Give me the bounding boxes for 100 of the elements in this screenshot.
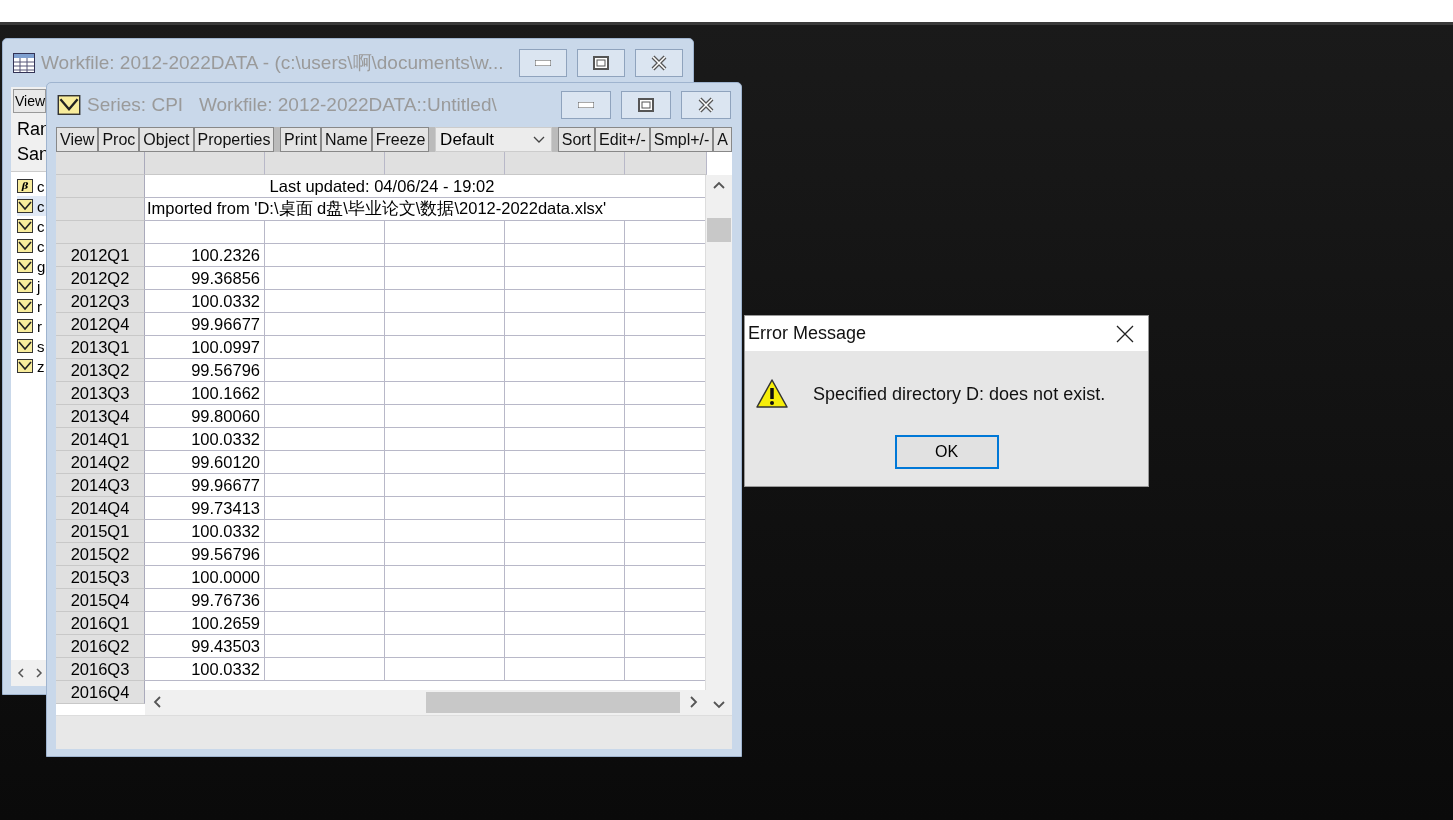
coefficient-icon: β bbox=[17, 179, 33, 193]
toolbar-button[interactable]: Properties bbox=[193, 127, 275, 152]
series-icon bbox=[17, 359, 33, 373]
row-header[interactable]: 2014Q1 bbox=[56, 428, 145, 451]
scroll-right-icon[interactable] bbox=[690, 696, 698, 708]
toolbar-button[interactable]: Object bbox=[139, 127, 194, 152]
row-header[interactable]: 2013Q1 bbox=[56, 336, 145, 359]
row-header[interactable]: 2016Q1 bbox=[56, 612, 145, 635]
close-icon bbox=[698, 97, 714, 113]
scroll-up-icon[interactable] bbox=[713, 181, 725, 189]
row-header[interactable]: 2015Q1 bbox=[56, 520, 145, 543]
series-icon bbox=[17, 239, 33, 253]
table-cell: 100.0332 bbox=[145, 290, 265, 313]
row-header[interactable]: 2014Q3 bbox=[56, 474, 145, 497]
scroll-right-icon[interactable] bbox=[35, 667, 43, 679]
table-cell: 100.0332 bbox=[145, 658, 265, 681]
row-header[interactable]: 2016Q3 bbox=[56, 658, 145, 681]
toolbar-separator bbox=[429, 127, 436, 152]
table-cell: 99.76736 bbox=[145, 589, 265, 612]
table-cell: 100.0332 bbox=[145, 520, 265, 543]
row-header[interactable]: 2014Q2 bbox=[56, 451, 145, 474]
maximize-button[interactable] bbox=[621, 91, 671, 119]
toolbar-button[interactable]: Smpl+/- bbox=[649, 127, 714, 152]
scroll-left-icon[interactable] bbox=[17, 667, 25, 679]
table-cell: 100.0332 bbox=[145, 428, 265, 451]
toolbar-button[interactable]: Freeze bbox=[371, 127, 430, 152]
close-icon bbox=[651, 55, 667, 71]
object-item[interactable]: z bbox=[17, 356, 46, 376]
row-header[interactable]: 2016Q4 bbox=[56, 681, 145, 704]
toolbar-button[interactable]: Name bbox=[321, 127, 372, 152]
row-header[interactable]: 2015Q4 bbox=[56, 589, 145, 612]
series-icon bbox=[17, 219, 33, 233]
object-item[interactable]: j bbox=[17, 276, 46, 296]
vertical-scrollbar[interactable] bbox=[705, 175, 732, 715]
scrollbar-thumb[interactable] bbox=[426, 692, 680, 713]
row-header[interactable]: 2015Q2 bbox=[56, 543, 145, 566]
scroll-left-icon[interactable] bbox=[153, 696, 161, 708]
minimize-button[interactable] bbox=[519, 49, 567, 77]
object-item[interactable]: c bbox=[17, 216, 46, 236]
maximize-icon bbox=[593, 56, 609, 70]
object-item[interactable]: β c bbox=[17, 176, 46, 196]
close-button[interactable] bbox=[635, 49, 683, 77]
row-header[interactable]: 2012Q2 bbox=[56, 267, 145, 290]
row-header[interactable]: 2012Q4 bbox=[56, 313, 145, 336]
window-title: Series: CPI Workfile: 2012-2022DATA::Untitled\ bbox=[87, 94, 498, 116]
table-cell: 99.80060 bbox=[145, 405, 265, 428]
minimize-icon bbox=[535, 60, 551, 66]
scroll-down-icon[interactable] bbox=[713, 701, 725, 709]
view-dropdown[interactable]: Default bbox=[435, 127, 553, 152]
toolbar-button[interactable]: A bbox=[713, 127, 732, 152]
minimize-button[interactable] bbox=[561, 91, 611, 119]
scrollbar-thumb[interactable] bbox=[707, 218, 731, 242]
horizontal-scrollbar[interactable] bbox=[145, 690, 706, 715]
maximize-button[interactable] bbox=[577, 49, 625, 77]
toolbar-button[interactable]: Sort bbox=[557, 127, 596, 152]
row-header[interactable]: 2015Q3 bbox=[56, 566, 145, 589]
table-cell: 99.56796 bbox=[145, 543, 265, 566]
table-cell: 100.2659 bbox=[145, 612, 265, 635]
toolbar-button[interactable]: Print bbox=[280, 127, 321, 152]
row-header[interactable]: 2013Q3 bbox=[56, 382, 145, 405]
minimize-icon bbox=[578, 102, 594, 108]
dropdown-caret-icon bbox=[533, 135, 546, 144]
row-header[interactable]: 2013Q2 bbox=[56, 359, 145, 382]
table-cell: 99.96677 bbox=[145, 474, 265, 497]
object-item[interactable]: g bbox=[17, 256, 46, 276]
table-cell: 99.36856 bbox=[145, 267, 265, 290]
table-cell: 99.96677 bbox=[145, 313, 265, 336]
series-icon bbox=[17, 199, 33, 213]
dialog-title: Error Message bbox=[748, 323, 867, 344]
window-title: Workfile: 2012-2022DATA - (c:\users\啊\documents\w... bbox=[41, 51, 505, 75]
object-item[interactable]: r bbox=[17, 316, 46, 336]
row-header[interactable]: 2016Q2 bbox=[56, 635, 145, 658]
row-header[interactable]: 2014Q4 bbox=[56, 497, 145, 520]
object-item[interactable]: r bbox=[17, 296, 46, 316]
toolbar-separator bbox=[552, 127, 558, 152]
object-item[interactable]: c bbox=[17, 236, 46, 256]
row-header[interactable]: 2013Q4 bbox=[56, 405, 145, 428]
table-cell: 99.43503 bbox=[145, 635, 265, 658]
toolbar-button[interactable]: Proc bbox=[98, 127, 140, 152]
close-button[interactable] bbox=[681, 91, 731, 119]
close-icon[interactable] bbox=[1116, 324, 1134, 343]
table-cell: 99.73413 bbox=[145, 497, 265, 520]
series-icon bbox=[17, 259, 33, 273]
ok-button[interactable]: OK bbox=[894, 435, 999, 469]
series-icon bbox=[17, 319, 33, 333]
toolbar-button[interactable]: Edit+/- bbox=[595, 127, 650, 152]
table-cell: 100.1662 bbox=[145, 382, 265, 405]
series-icon bbox=[17, 299, 33, 313]
table-cell: 100.2326 bbox=[145, 244, 265, 267]
object-item[interactable]: c bbox=[17, 196, 46, 216]
toolbar-button[interactable]: View bbox=[13, 89, 46, 113]
row-header[interactable]: 2012Q1 bbox=[56, 244, 145, 267]
maximize-icon bbox=[638, 98, 654, 112]
table-cell: 100.0997 bbox=[145, 336, 265, 359]
spreadsheet-icon bbox=[13, 53, 35, 73]
row-header[interactable]: 2012Q3 bbox=[56, 290, 145, 313]
toolbar-button[interactable]: View bbox=[56, 127, 99, 152]
series-icon bbox=[17, 279, 33, 293]
object-item[interactable]: s bbox=[17, 336, 46, 356]
warning-icon bbox=[755, 378, 789, 410]
